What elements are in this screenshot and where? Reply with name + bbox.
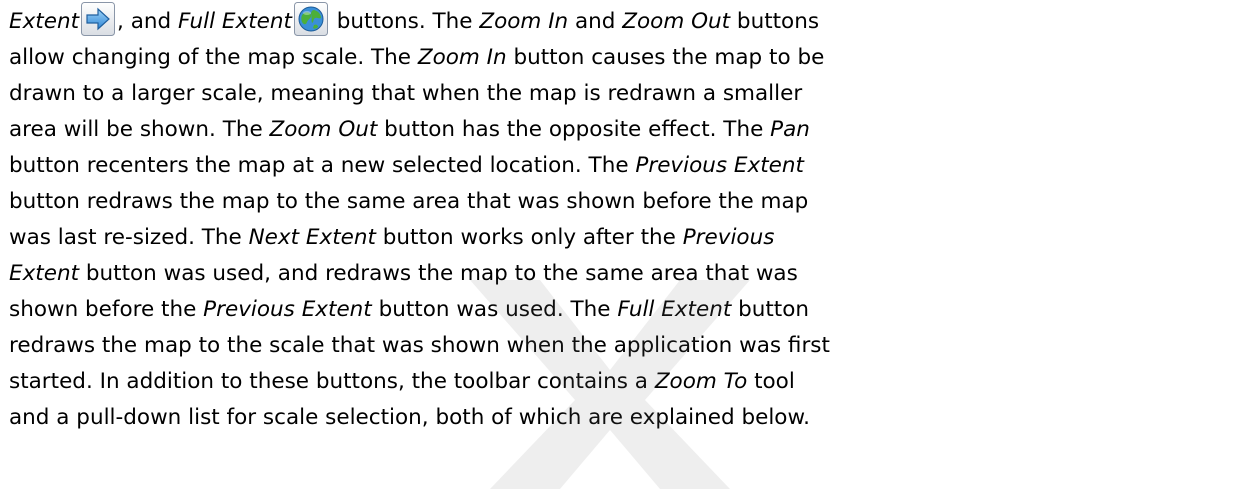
- text-line-8: Extent button was used, and redraws the …: [9, 261, 798, 286]
- term-extent: Extent: [9, 9, 80, 34]
- text-line-11: started. In addition to these buttons, t…: [9, 369, 795, 394]
- text-line-12: and a pull-down list for scale selection…: [9, 405, 810, 430]
- next-extent-arrow-icon: [81, 2, 116, 36]
- text-line-1: Extent , and Full Extent buttons. The Zo…: [9, 0, 1249, 40]
- text-line-4: area will be shown. The Zoom Out button …: [9, 117, 810, 142]
- text-line-5: button recenters the map at a new select…: [9, 153, 804, 178]
- text-line-2: allow changing of the map scale. The Zoo…: [9, 45, 825, 70]
- text-line-3: drawn to a larger scale, meaning that wh…: [9, 81, 803, 106]
- full-extent-globe-icon: [293, 2, 328, 36]
- text-line-6: button redraws the map to the same area …: [9, 189, 809, 214]
- document-page: Extent , and Full Extent buttons. The Zo…: [9, 0, 1249, 436]
- text-line-7: was last re-sized. The Next Extent butto…: [9, 225, 775, 250]
- text-line-10: redraws the map to the scale that was sh…: [9, 333, 830, 358]
- term-full-extent: Full Extent: [177, 9, 292, 34]
- text-line-9: shown before the Previous Extent button …: [9, 297, 810, 322]
